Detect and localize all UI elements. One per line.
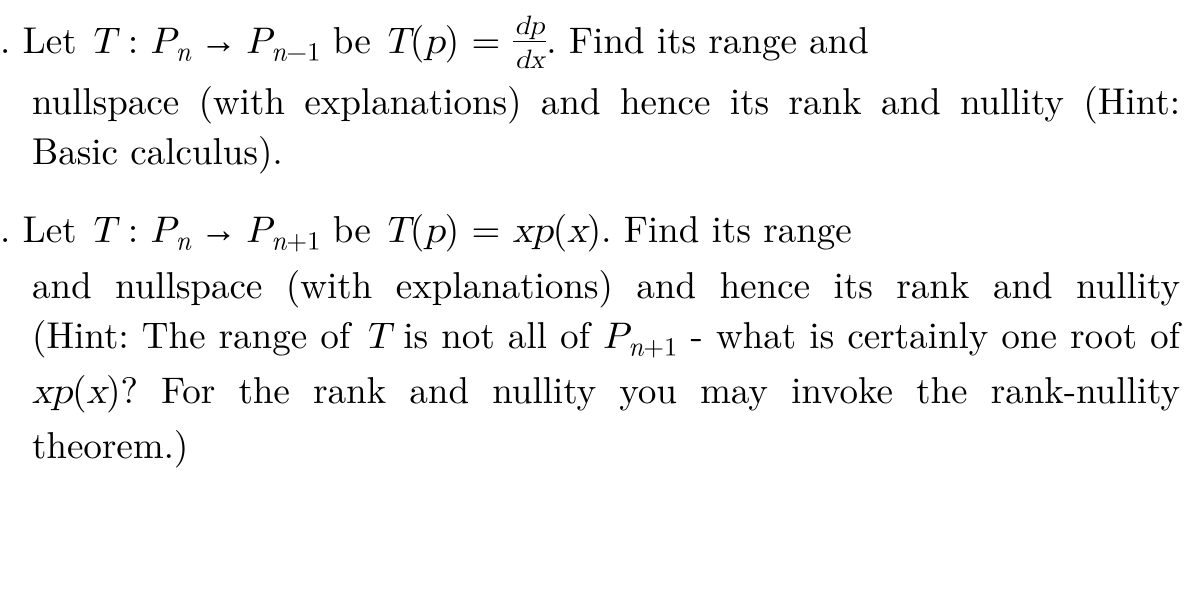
num-p: p	[529, 14, 544, 40]
be-text: be	[320, 11, 383, 64]
codomain-sub-op: +1	[286, 220, 320, 258]
document-page: . Let T : Pn → Pn−1 be T(p) = dpdx. Find…	[0, 0, 1200, 506]
rest-P: P	[603, 319, 628, 356]
rest-p: p	[52, 374, 73, 411]
T-of-p-T: T	[383, 213, 410, 250]
colon: :	[116, 11, 151, 64]
rest-x: x	[32, 374, 52, 411]
codomain-P: P	[246, 24, 271, 61]
rest-d: ? For the rank and nullity you may invok…	[32, 361, 1180, 469]
rest-px: x	[87, 374, 107, 411]
paren-open: (	[410, 11, 424, 64]
equals: =	[459, 11, 512, 64]
paren-close: )	[445, 200, 459, 253]
num-d: d	[515, 14, 530, 40]
rhs-px: x	[567, 213, 587, 250]
problem-1-rest: nullspace (with explanations) and hence …	[0, 74, 1180, 174]
be-text: be	[320, 200, 383, 253]
equals: =	[459, 200, 512, 253]
fraction-denominator: dx	[513, 42, 547, 75]
T-of-p-T: T	[383, 24, 410, 61]
paren-open: (	[410, 200, 424, 253]
after-rhs: . Find its range	[601, 200, 852, 253]
problem-2: . Let T : Pn → Pn+1 be T(p) = xp(x). Fin…	[0, 202, 1180, 468]
codomain-sub-n: n	[271, 220, 286, 258]
prefix: . Let	[0, 11, 89, 64]
rhs-paren-open: (	[553, 200, 567, 253]
rest-P-sub-op: +1	[643, 325, 677, 363]
codomain-sub-n: n	[271, 30, 286, 68]
arrow-icon: →	[191, 210, 247, 251]
rhs-p: p	[532, 213, 553, 250]
rhs-x: x	[513, 213, 533, 250]
rest-P-sub-n: n	[628, 325, 643, 363]
T-of-p-arg: p	[424, 24, 445, 61]
problem-1-first-line: . Let T : Pn → Pn−1 be T(p) = dpdx. Find…	[0, 10, 1180, 74]
fraction-dpdx: dpdx	[513, 10, 547, 74]
rest-paren-open: (	[72, 361, 86, 414]
codomain-P: P	[246, 213, 271, 250]
fraction-numerator: dp	[513, 10, 547, 42]
rest-b: is not all of	[390, 306, 603, 359]
rest-paren-close: )	[106, 361, 120, 414]
rest-T: T	[363, 319, 390, 356]
operator-T: T	[89, 213, 116, 250]
prefix: . Let	[0, 200, 89, 253]
problem-1: . Let T : Pn → Pn−1 be T(p) = dpdx. Find…	[0, 10, 1180, 174]
T-of-p-arg: p	[424, 213, 445, 250]
problem-2-rest: and nullspace (with explanations) and he…	[0, 258, 1180, 468]
domain-sub: n	[176, 220, 191, 258]
operator-T: T	[89, 24, 116, 61]
paren-close: )	[445, 11, 459, 64]
arrow-icon: →	[191, 21, 247, 62]
domain-P: P	[151, 24, 176, 61]
rhs-paren-close: )	[587, 200, 601, 253]
codomain-sub-op: −1	[286, 30, 320, 68]
domain-P: P	[151, 213, 176, 250]
den-x: x	[530, 48, 544, 74]
den-d: d	[515, 48, 530, 74]
problem-2-first-line: . Let T : Pn → Pn+1 be T(p) = xp(x). Fin…	[0, 202, 1180, 257]
colon: :	[116, 200, 151, 253]
domain-sub: n	[176, 30, 191, 68]
rest-c: - what is certainly one root of	[677, 306, 1180, 359]
after-frac: . Find its range and	[546, 11, 869, 64]
